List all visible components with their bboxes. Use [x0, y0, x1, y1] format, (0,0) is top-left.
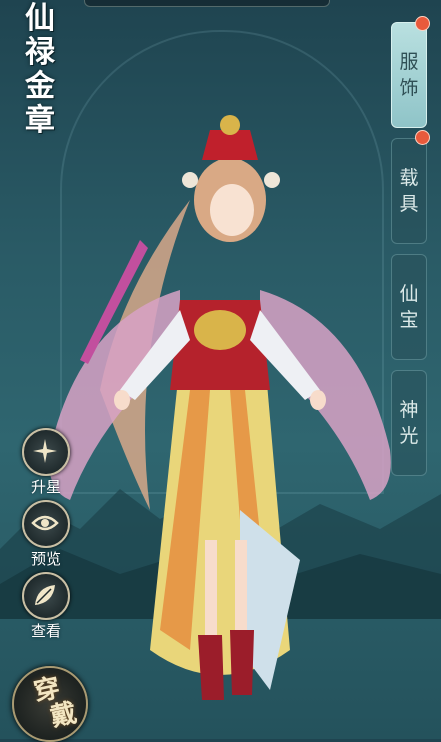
preview-label: 预览: [30, 550, 61, 568]
upgrade-star-button[interactable]: 升星: [20, 428, 72, 497]
star-upgrade-icon: [22, 428, 70, 476]
top-banner-edge: [84, 0, 330, 7]
tab-halo[interactable]: 神 光: [391, 370, 427, 476]
tab-mount[interactable]: 载 具: [391, 138, 427, 244]
tab-treasure[interactable]: 仙 宝: [391, 254, 427, 360]
leaf-view-icon: [22, 572, 70, 620]
view-button[interactable]: 查看: [20, 572, 72, 641]
tab-clothing[interactable]: 服 饰: [391, 22, 427, 128]
upgrade-star-label: 升星: [30, 478, 61, 496]
wear-button[interactable]: 穿 戴: [12, 666, 88, 742]
view-label: 查看: [30, 622, 61, 640]
preview-button[interactable]: 预览: [20, 500, 72, 569]
wear-label: 穿 戴: [31, 672, 80, 733]
character-illustration: [49, 115, 391, 700]
mount-notification-dot: [415, 130, 430, 145]
eye-icon: [22, 500, 70, 548]
clothing-notification-dot: [415, 16, 430, 31]
